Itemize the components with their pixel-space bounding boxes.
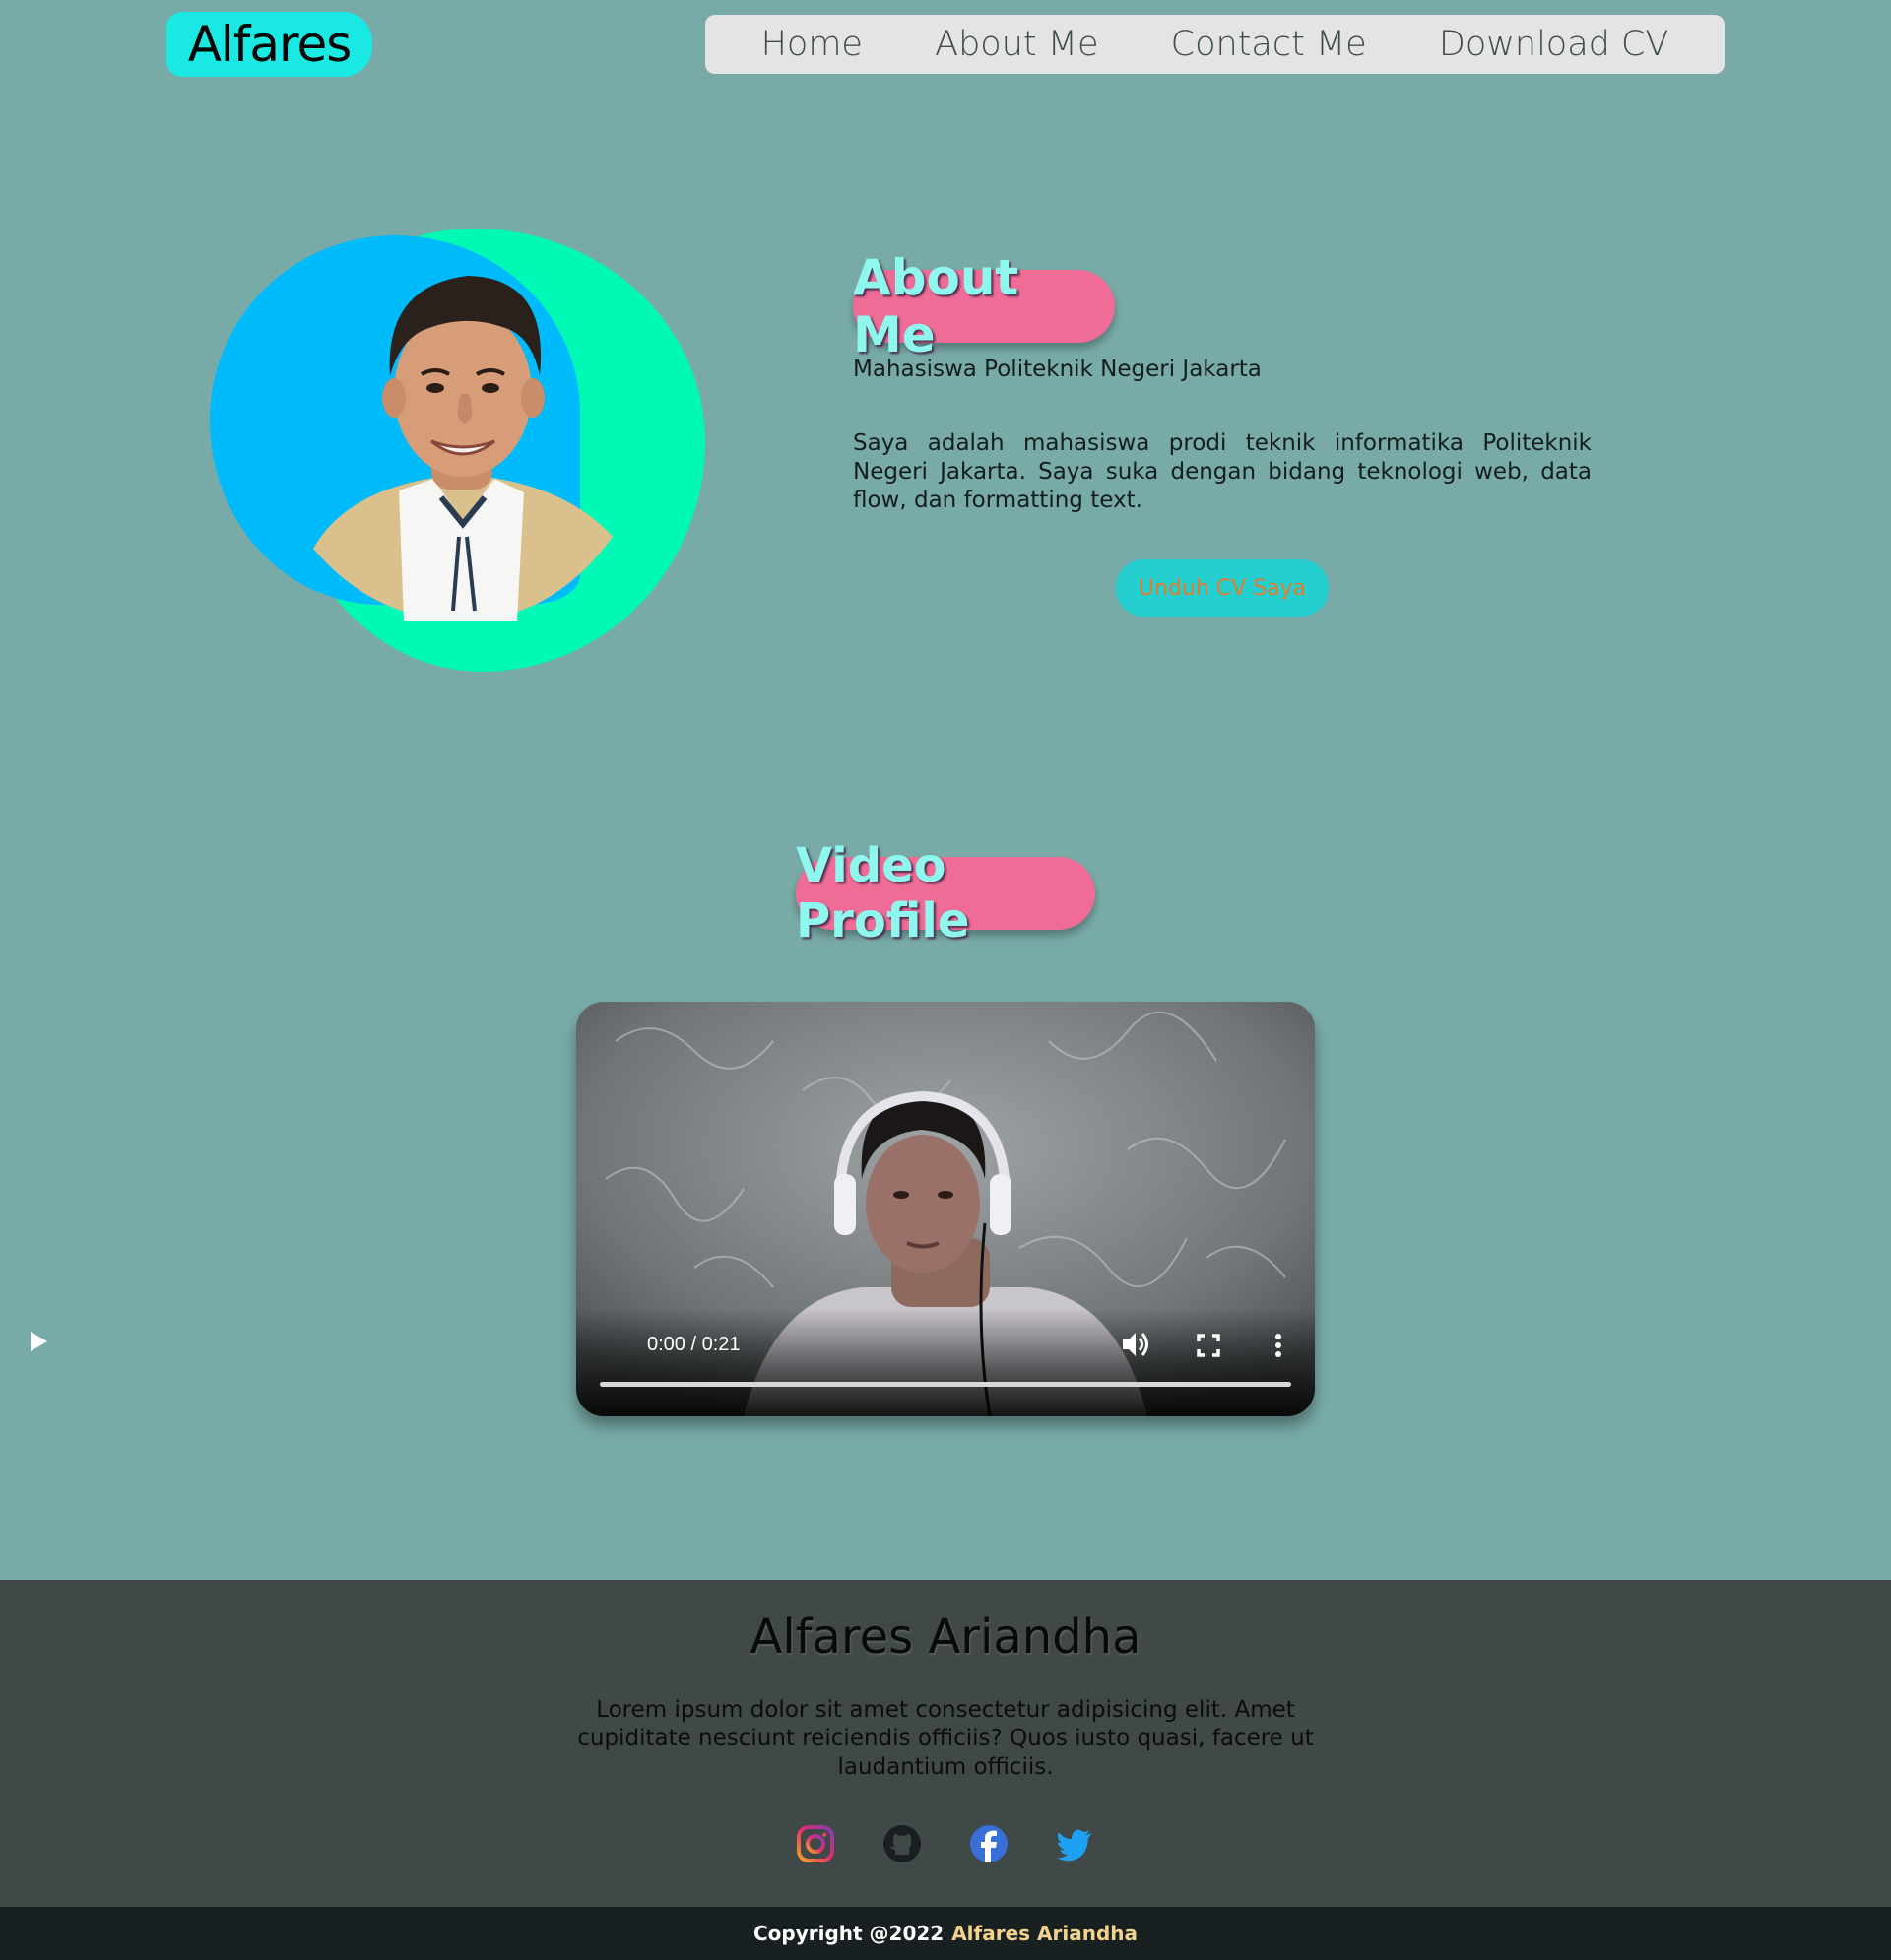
more-options-icon[interactable] [1264,1332,1293,1359]
volume-icon[interactable] [1120,1330,1151,1359]
profile-photo [313,276,613,621]
fullscreen-icon[interactable] [1195,1332,1222,1359]
twitter-icon[interactable] [1055,1824,1094,1863]
nav-about-me[interactable]: About Me [935,25,1098,64]
nav-contact-me[interactable]: Contact Me [1171,25,1367,64]
download-cv-button[interactable]: Unduh CV Saya [1116,559,1329,617]
video-controls-overlay [576,1308,1315,1416]
nav-download-cv[interactable]: Download CV [1439,25,1668,64]
facebook-icon[interactable] [969,1824,1009,1863]
copyright-text: Copyright @2022 [752,1922,945,1945]
footer-description: Lorem ipsum dolor sit amet consectetur a… [577,1697,1314,1780]
video-time: 0:00 / 0:21 [647,1334,741,1355]
footer-name: Alfares Ariandha [750,1609,1141,1665]
github-icon[interactable] [882,1824,922,1863]
main-nav: Home About Me Contact Me Download CV [705,15,1725,74]
video-progress-bar[interactable] [600,1382,1291,1387]
play-icon[interactable] [26,1329,51,1354]
about-description: Saya adalah mahasiswa prodi teknik infor… [853,430,1592,513]
about-me-heading: About Me [853,249,1115,363]
nav-home[interactable]: Home [761,25,863,64]
copyright-bar: Copyright @2022 Alfares Ariandha [0,1907,1891,1960]
copyright-author: Alfares Ariandha [951,1922,1139,1945]
about-subtitle: Mahasiswa Politeknik Negeri Jakarta [853,357,1262,382]
video-profile-heading: Video Profile [796,838,1095,948]
instagram-icon[interactable] [796,1824,835,1863]
site-logo[interactable]: Alfares [166,12,372,77]
